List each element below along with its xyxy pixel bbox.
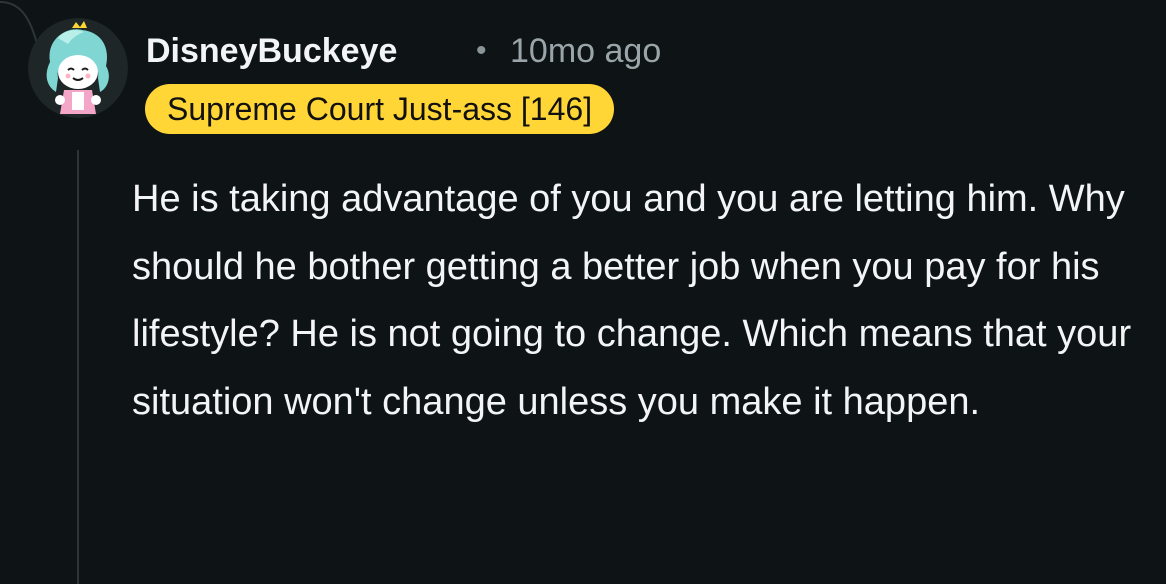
user-flair-badge: Supreme Court Just-ass [146] [145,84,615,134]
separator-dot: • [476,34,487,67]
comment: DisneyBuckeye • 10mo ago Supreme Court J… [0,0,1166,584]
avatar[interactable] [28,18,128,118]
thread-line[interactable] [77,150,79,584]
author-username[interactable]: DisneyBuckeye [146,26,397,76]
snoo-avatar-icon [28,18,128,118]
comment-timestamp[interactable]: 10mo ago [510,26,661,76]
comment-body: He is taking advantage of you and you ar… [132,178,1132,423]
